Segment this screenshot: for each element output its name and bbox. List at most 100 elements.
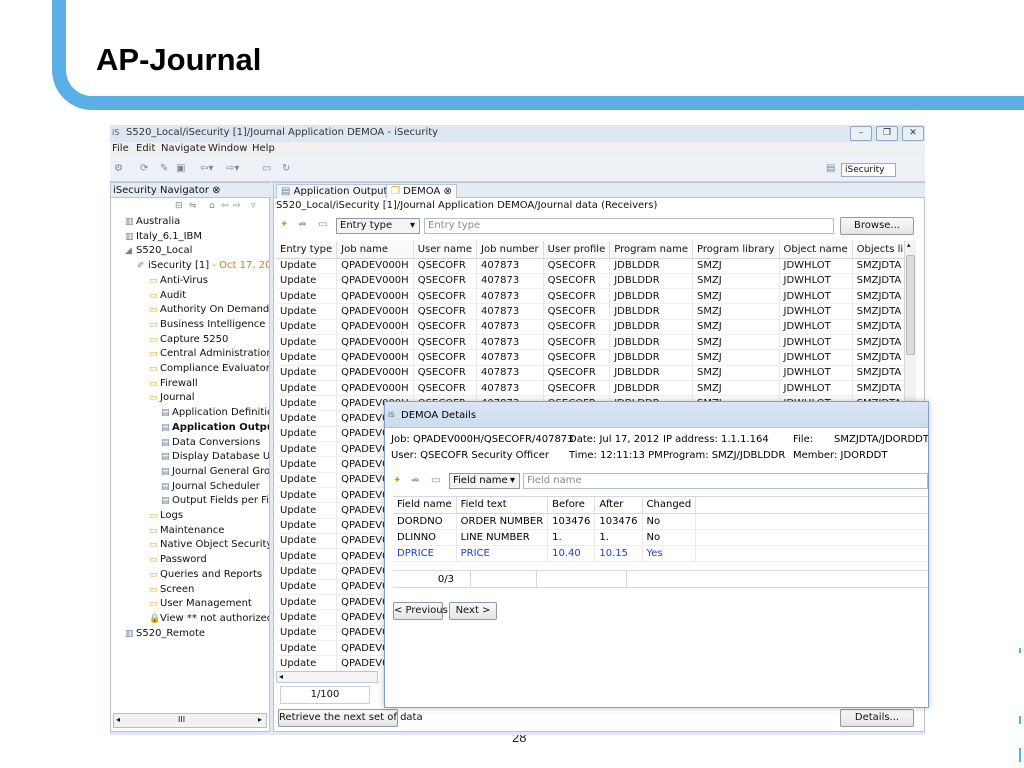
menu-navigate[interactable]: Navigate [161,143,206,154]
column-header[interactable]: Object name [779,241,853,259]
column-header[interactable]: Objects library [852,241,904,259]
tree-item[interactable]: ▤ Journal Scheduler [161,479,260,494]
table-hscrollbar[interactable]: ◂ [276,671,378,683]
navigator-hscrollbar[interactable]: ◂ III ▸ [113,713,267,728]
tree-item[interactable]: ▭ Logs [149,508,183,523]
column-header[interactable]: Job number [476,241,544,259]
menu-edit[interactable]: Edit [136,143,155,154]
view-menu-icon[interactable]: ▿ [251,201,256,211]
tree-item[interactable]: ▥ S520_Remote [125,626,205,641]
toolbar-edit-icon[interactable]: ✎ [160,163,168,174]
nav-forward-icon[interactable]: ⇨ [233,201,241,211]
toolbar-back-icon[interactable]: ⇦▾ [200,163,213,174]
tree-item[interactable]: ▭ Maintenance [149,523,224,538]
field-change-row[interactable]: DLINNO LINE NUMBER 1. 1. No [393,529,928,546]
tree-item[interactable]: ▤ Data Conversions [161,435,260,450]
scroll-up-icon[interactable]: ▴ [907,241,911,249]
tree-item[interactable]: ▭ Business Intelligence [149,317,265,332]
field-change-row[interactable]: DORDNO ORDER NUMBER 103476 103476 No [393,513,928,530]
table-row[interactable]: UpdateQPADEV000HQSECOFR407873QSECOFRJDBL… [276,334,904,351]
maximize-button[interactable]: ❐ [876,126,898,141]
navigator-tab[interactable]: iSecurity Navigator ⊗ [111,183,271,198]
clear-filter-icon[interactable]: ⇏ [411,475,419,486]
column-header[interactable]: Field text [456,497,549,514]
column-header[interactable]: Program name [609,241,693,259]
tree-item[interactable]: ▭ Native Object Security [149,537,269,552]
tree-item[interactable]: ▤Application Outputs [161,420,269,435]
close-button[interactable]: ✕ [902,126,924,141]
tree-item[interactable]: ▤ Output Fields per File [161,493,269,508]
table-row[interactable]: UpdateQPADEV000HQSECOFR407873QSECOFRJDBL… [276,258,904,274]
tree-item[interactable]: ▭ Compliance Evaluator [149,361,269,376]
scroll-thumb[interactable] [906,255,915,355]
home-icon[interactable]: ⌂ [209,201,215,211]
tree-item[interactable]: ▥ Italy_6.1_IBM [125,229,202,244]
filter-icon[interactable]: ✦ [280,219,288,230]
minimize-button[interactable]: – [850,126,872,141]
columns-icon[interactable]: ▭ [318,219,327,230]
previous-button[interactable]: < Previous [393,602,448,620]
column-header[interactable]: User profile [543,241,611,259]
toolbar-view-icon[interactable]: ▭ [262,163,271,174]
tree-item[interactable]: ▤ Application Definition [161,405,269,420]
tree-item[interactable]: ✐iSecurity [1] - Oct 17, 2012 2 [137,258,269,273]
toolbar-settings-icon[interactable]: ⚙ [114,163,123,174]
link-editor-icon[interactable]: ⇋ [189,201,197,211]
scroll-left-icon[interactable]: ◂ [279,672,283,681]
menu-help[interactable]: Help [252,143,275,154]
clear-filter-icon[interactable]: ⇏ [298,219,306,230]
scroll-left-icon[interactable]: ◂ [116,715,120,724]
table-row[interactable]: UpdateQPADEV000HQSECOFR407873QSECOFRJDBL… [276,303,904,320]
column-header[interactable]: Program library [692,241,780,259]
tree-item[interactable]: ▭ Queries and Reports [149,567,262,582]
scroll-thumb[interactable]: III [178,715,185,724]
tree-item[interactable]: ▭ Screen [149,582,194,597]
tree-item[interactable]: ▭ Anti-Virus [149,273,208,288]
table-row[interactable]: UpdateQPADEV000HQSECOFR407873QSECOFRJDBL… [276,273,904,290]
tree-item[interactable]: ▭ Authority On Demand [149,302,269,317]
tree-item[interactable]: ▭ Journal [149,390,195,405]
table-row[interactable]: UpdateQPADEV000HQSECOFR407873QSECOFRJDBL… [276,380,904,397]
column-header[interactable]: Before [547,497,596,514]
toolbar-save-icon[interactable]: ▣ [176,163,185,174]
browse-button[interactable]: Browse... [840,217,914,235]
tab-demoa[interactable]: ❐ DEMOA ⊗ [386,184,457,198]
menu-file[interactable]: File [112,143,129,154]
tree-item[interactable]: ▭ Central Administration [149,346,269,361]
details-button[interactable]: Details... [840,709,914,727]
column-header[interactable]: Entry type [276,241,338,259]
column-header[interactable]: Field name [393,497,457,514]
toolbar-forward-icon[interactable]: ⇨▾ [226,163,239,174]
toolbar-refresh-icon[interactable]: ⟳ [140,163,148,174]
toolbar-link-icon[interactable]: ↻ [282,163,290,174]
column-header[interactable]: Job name [336,241,414,259]
tree-item[interactable]: ▭ Capture 5250 [149,332,228,347]
field-name-select[interactable]: Field name ▾ [449,473,520,489]
tree-item[interactable]: ◢ S520_Local [125,243,192,258]
tree-item[interactable]: ▤Display Database Upd [161,449,269,464]
field-change-row[interactable]: DPRICE PRICE 10.40 10.15 Yes [393,545,928,562]
table-row[interactable]: UpdateQPADEV000HQSECOFR407873QSECOFRJDBL… [276,288,904,305]
columns-icon[interactable]: ▭ [431,475,440,486]
next-button[interactable]: Next > [449,602,497,620]
tab-application-outputs[interactable]: ▤ Application Outputs [276,184,398,198]
collapse-all-icon[interactable]: ⊟ [175,201,183,211]
column-header[interactable]: After [594,497,643,514]
perspective-isecurity[interactable]: iSecurity [841,163,896,177]
filter-icon[interactable]: ✦ [393,475,401,486]
tree-item[interactable]: ▭ Firewall [149,376,198,391]
scroll-right-icon[interactable]: ▸ [258,715,262,724]
tree-item[interactable]: ▭ Password [149,552,207,567]
field-name-input[interactable]: Field name [523,473,928,489]
tree-item[interactable]: ▤Journal General Group [161,464,269,479]
entry-type-input[interactable]: Entry type [424,218,834,234]
column-header[interactable]: User name [413,241,478,259]
column-header[interactable]: Changed [642,497,697,514]
table-row[interactable]: UpdateQPADEV000HQSECOFR407873QSECOFRJDBL… [276,319,904,335]
tree-item[interactable]: ▭ User Management [149,596,252,611]
tree-item[interactable]: ▭ Audit [149,288,186,303]
entry-type-select[interactable]: Entry type ▾ [336,218,420,234]
table-row[interactable]: UpdateQPADEV000HQSECOFR407873QSECOFRJDBL… [276,365,904,381]
retrieve-next-button[interactable]: Retrieve the next set of data [278,709,423,727]
tree-item[interactable]: 🔒View ** not authorized ** [149,611,269,626]
